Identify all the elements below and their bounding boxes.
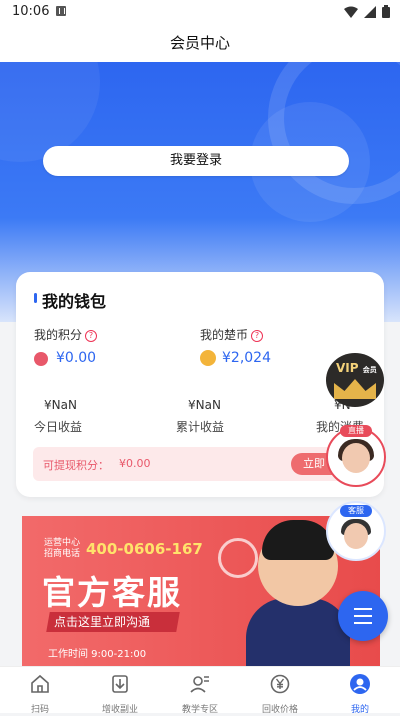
title-accent-bar: [34, 293, 37, 303]
wifi-icon: [344, 6, 358, 18]
coins-label-row: 我的楚币?: [200, 326, 264, 343]
tab-mine[interactable]: 我的: [320, 667, 400, 715]
yen-icon: [270, 674, 290, 694]
sim-icon: [56, 6, 66, 16]
crown-icon: [334, 379, 376, 399]
vip-float-button[interactable]: VIP 会员: [326, 353, 384, 407]
customer-service-float-button[interactable]: 客服: [326, 501, 386, 561]
user-edit-icon: [190, 676, 209, 693]
tab-label: 扫码: [30, 705, 49, 715]
live-tag: 直播: [340, 425, 372, 437]
vip-label: VIP 会员: [336, 361, 377, 375]
avatar: [342, 443, 370, 473]
points-value: ¥0.00: [56, 350, 97, 366]
total-income-value: ¥NaN: [188, 398, 221, 412]
points-bag-icon: [34, 352, 48, 366]
status-icons: [344, 5, 390, 18]
menu-icon: [354, 622, 372, 624]
status-bar: 10:06: [0, 0, 400, 24]
clock-icon: [218, 538, 258, 578]
banner-hours: 工作时间 9:00-21:00: [48, 649, 147, 660]
banner-small-text: 运营中心 招商电话: [44, 538, 80, 560]
total-income-label: 累计收益: [176, 420, 225, 434]
page-header: 会员中心: [0, 24, 400, 62]
cs-tag: 客服: [340, 505, 372, 517]
bottom-tab-bar: 扫码 增收副业 教学专区 回收价格 我的: [0, 666, 400, 715]
withdraw-value: ¥0.00: [119, 457, 151, 470]
tab-teaching[interactable]: 教学专区: [160, 667, 240, 715]
points-label: 我的积分: [34, 328, 83, 342]
live-float-button[interactable]: 直播: [326, 425, 386, 487]
banner-cta[interactable]: 点击这里立即沟通: [54, 613, 150, 630]
help-icon[interactable]: ?: [85, 329, 98, 342]
tab-label: 增收副业: [101, 705, 138, 715]
tab-scan[interactable]: 扫码: [0, 667, 80, 715]
coins-label: 我的楚币: [200, 328, 249, 342]
agent-illustration-hair: [262, 520, 334, 560]
banner-headline: 官方客服: [42, 573, 182, 612]
signal-icon: [364, 5, 376, 18]
battery-icon: [382, 5, 390, 18]
status-time: 10:06: [12, 4, 50, 19]
today-income-value: ¥NaN: [44, 398, 77, 412]
help-icon[interactable]: ?: [251, 329, 264, 342]
menu-icon: [354, 615, 372, 617]
points-label-row: 我的积分?: [34, 326, 98, 343]
tab-recycle-price[interactable]: 回收价格: [240, 667, 320, 715]
banner-small-line1: 运营中心: [44, 538, 81, 548]
menu-fab-button[interactable]: [338, 591, 388, 641]
page-title: 会员中心: [169, 34, 230, 52]
agent-illustration-body: [246, 598, 350, 666]
avatar: [344, 523, 368, 549]
tab-label: 回收价格: [261, 705, 298, 715]
menu-icon: [354, 608, 372, 610]
login-button[interactable]: 我要登录: [43, 146, 349, 176]
today-income-label: 今日收益: [34, 420, 83, 434]
tab-label: 教学专区: [181, 705, 218, 715]
banner-small-line2: 招商电话: [44, 549, 81, 559]
coins-value: ¥2,024: [222, 350, 271, 366]
tab-label: 我的: [350, 705, 369, 715]
profile-icon: [350, 674, 370, 694]
coin-icon: [200, 350, 216, 366]
wallet-title: 我的钱包: [42, 292, 107, 311]
banner-phone: 400-0606-167: [86, 540, 203, 558]
download-icon: [112, 675, 128, 693]
withdraw-label: 可提现积分：: [43, 459, 109, 472]
withdraw-bar: 可提现积分： ¥0.00 立即: [33, 447, 371, 481]
home-icon: [31, 674, 49, 693]
tab-side-income[interactable]: 增收副业: [80, 667, 160, 715]
